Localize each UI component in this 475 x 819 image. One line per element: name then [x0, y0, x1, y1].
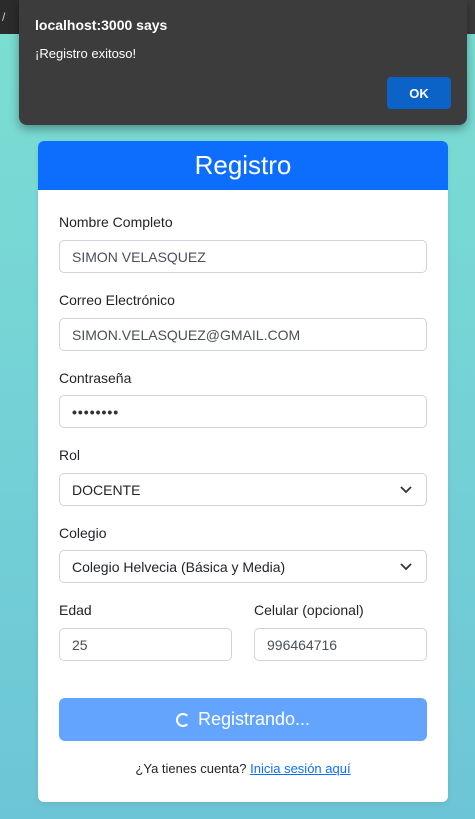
login-prompt: ¿Ya tienes cuenta? Inicia sesión aquí [38, 761, 448, 776]
chevron-down-icon [400, 562, 412, 570]
age-value: 25 [72, 636, 88, 653]
name-label: Nombre Completo [59, 214, 173, 230]
school-select[interactable]: Colegio Helvecia (Básica y Media) [59, 550, 427, 583]
alert-title: localhost:3000 says [35, 17, 168, 33]
card-title: Registro [38, 141, 448, 190]
phone-value: 996464716 [267, 636, 338, 653]
login-link[interactable]: Inicia sesión aquí [250, 761, 350, 776]
email-label: Correo Electrónico [59, 292, 175, 308]
name-value: SIMON VELASQUEZ [72, 248, 206, 265]
password-label: Contraseña [59, 370, 132, 386]
register-card: Registro Nombre Completo SIMON VELASQUEZ… [38, 141, 448, 802]
alert-dialog: localhost:3000 says ¡Registro exitoso! O… [19, 0, 467, 125]
phone-input[interactable]: 996464716 [254, 628, 427, 661]
school-value: Colegio Helvecia (Básica y Media) [72, 558, 286, 575]
phone-label: Celular (opcional) [254, 602, 364, 618]
alert-message: ¡Registro exitoso! [35, 46, 137, 61]
age-label: Edad [59, 602, 92, 618]
register-button[interactable]: Registrando... [59, 698, 427, 741]
age-input[interactable]: 25 [59, 628, 232, 661]
password-dots: •••••••• [72, 403, 120, 420]
email-input[interactable]: SIMON.VELASQUEZ@GMAIL.COM [59, 318, 427, 351]
name-input[interactable]: SIMON VELASQUEZ [59, 240, 427, 273]
email-value: SIMON.VELASQUEZ@GMAIL.COM [72, 326, 301, 343]
register-button-label: Registrando... [197, 709, 311, 729]
login-prompt-text: ¿Ya tienes cuenta? [135, 761, 247, 776]
url-fragment: / [2, 10, 6, 24]
ok-button[interactable]: OK [387, 77, 451, 109]
role-label: Rol [59, 447, 81, 463]
role-select[interactable]: DOCENTE [59, 473, 427, 506]
password-input[interactable]: •••••••• [59, 395, 427, 428]
chevron-down-icon [400, 485, 412, 493]
loading-spinner-icon [175, 712, 190, 727]
school-label: Colegio [59, 525, 107, 541]
role-value: DOCENTE [72, 481, 141, 498]
